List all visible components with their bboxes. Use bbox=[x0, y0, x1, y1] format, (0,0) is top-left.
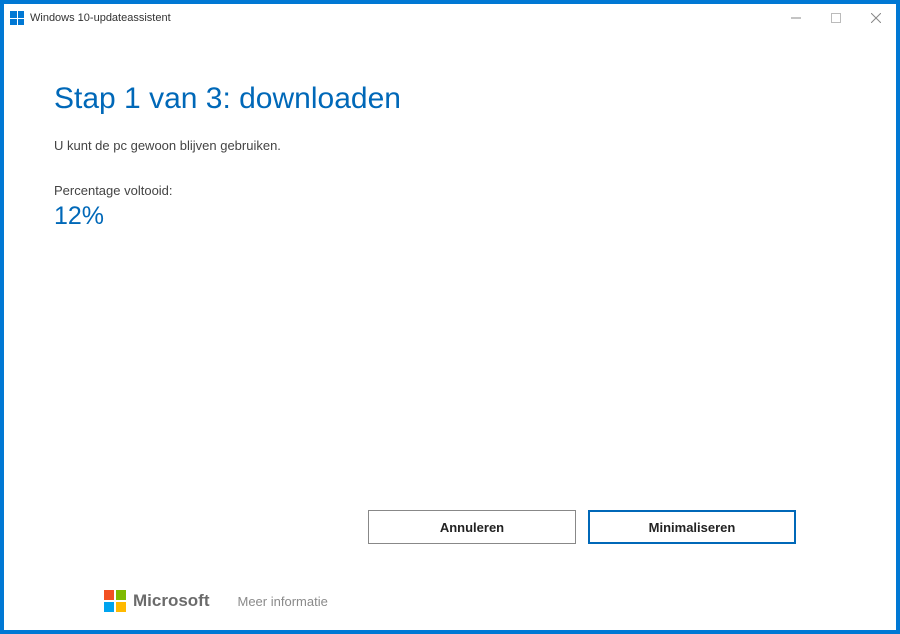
close-window-button[interactable] bbox=[856, 4, 896, 32]
content-area: Stap 1 van 3: downloaden U kunt de pc ge… bbox=[4, 32, 896, 630]
minimize-button[interactable]: Minimaliseren bbox=[588, 510, 796, 544]
button-row: Annuleren Minimaliseren bbox=[54, 510, 846, 544]
footer: Microsoft Meer informatie bbox=[54, 590, 846, 630]
progress-label: Percentage voltooid: bbox=[54, 183, 846, 198]
cancel-button[interactable]: Annuleren bbox=[368, 510, 576, 544]
window: Windows 10-updateassistent Stap 1 van 3:… bbox=[4, 4, 896, 630]
page-heading: Stap 1 van 3: downloaden bbox=[54, 82, 846, 116]
progress-value: 12% bbox=[54, 202, 846, 231]
microsoft-logo: Microsoft bbox=[104, 590, 210, 612]
minimize-window-button[interactable] bbox=[776, 4, 816, 32]
window-controls bbox=[776, 4, 896, 32]
titlebar: Windows 10-updateassistent bbox=[4, 4, 896, 32]
page-subtext: U kunt de pc gewoon blijven gebruiken. bbox=[54, 138, 846, 153]
window-title: Windows 10-updateassistent bbox=[30, 12, 776, 24]
microsoft-logo-icon bbox=[104, 590, 126, 612]
microsoft-logo-text: Microsoft bbox=[133, 591, 210, 611]
windows-logo-icon bbox=[10, 11, 24, 25]
more-info-link[interactable]: Meer informatie bbox=[238, 594, 328, 609]
maximize-window-button[interactable] bbox=[816, 4, 856, 32]
